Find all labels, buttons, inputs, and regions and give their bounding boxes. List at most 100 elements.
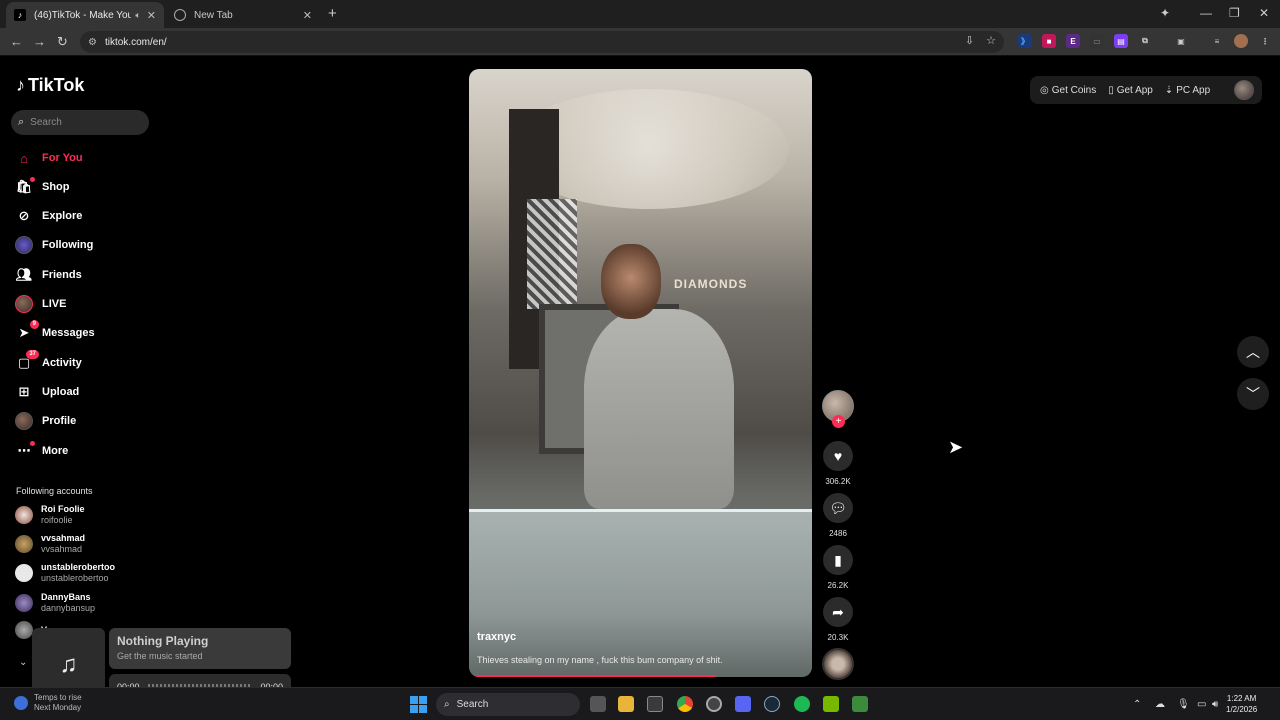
nav-for-you[interactable]: ⌂ For You (15, 147, 82, 169)
extension-icon[interactable]: ■ (1042, 34, 1056, 48)
following-account[interactable]: DannyBans dannybansup (15, 592, 95, 614)
extension-icon[interactable]: ▭ (1090, 34, 1104, 48)
like-count: 306.2K (825, 477, 851, 486)
share-action[interactable]: ➦ 20.3K (821, 597, 855, 642)
weather-line1: Temps to rise (34, 693, 82, 702)
following-account[interactable]: Roi Foolie roifoolie (15, 504, 85, 526)
following-account[interactable]: vvsahmad vvsahmad (15, 533, 85, 555)
bookmark-star-icon[interactable]: ☆ (986, 34, 996, 47)
close-window-icon[interactable]: ✕ (1259, 6, 1269, 20)
save-action[interactable]: ▮ 26.2K (821, 545, 855, 590)
nav-more[interactable]: ⋯ More (15, 440, 68, 462)
nav-activity[interactable]: ▢ 37 Activity (15, 350, 82, 374)
nav-live[interactable]: LIVE (15, 293, 66, 315)
share-icon[interactable]: ➦ (823, 597, 853, 627)
chrome-icon[interactable] (677, 696, 693, 712)
reload-icon[interactable]: ↻ (57, 34, 68, 50)
speaker-icon[interactable]: 🔊︎ (1212, 699, 1218, 710)
minimize-icon[interactable]: — (1200, 6, 1212, 20)
extensions-puzzle-icon[interactable]: ⧉ (1138, 34, 1152, 48)
nav-profile[interactable]: Profile (15, 410, 76, 432)
heart-icon[interactable]: ♥ (823, 441, 853, 471)
avatar (15, 564, 33, 582)
video-player[interactable]: DIAMONDS traxnyc Thieves stealing on my … (469, 69, 812, 677)
chevron-up-icon[interactable]: ⌃ (1133, 699, 1141, 710)
pc-app-button[interactable]: ⇣ PC App (1165, 85, 1210, 96)
windows-start-icon[interactable] (410, 696, 427, 713)
minecraft-icon[interactable] (852, 696, 868, 712)
nav-shop[interactable]: 🛍︎ Shop (15, 176, 70, 198)
back-icon[interactable]: ← (10, 34, 23, 49)
nav-upload[interactable]: ⊞ Upload (15, 381, 80, 403)
store-icon[interactable] (647, 696, 663, 712)
nav-messages[interactable]: ➤ 9 Messages (15, 320, 95, 344)
microphone-icon[interactable]: 🎙︎ (1177, 699, 1190, 710)
search-input[interactable] (30, 117, 131, 128)
tab-search-icon[interactable]: ▣ (1174, 34, 1188, 48)
display-icon[interactable]: ▭ (1197, 699, 1206, 710)
like-action[interactable]: ♥ 306.2K (821, 441, 855, 486)
search-box[interactable]: ⌕ (11, 110, 149, 135)
steam-icon[interactable] (764, 696, 780, 712)
get-app-button[interactable]: ▯ Get App (1108, 85, 1153, 96)
tab-new-tab[interactable]: New Tab ✕ (166, 2, 320, 28)
forward-icon[interactable]: → (33, 34, 46, 49)
music-disc-icon[interactable] (822, 648, 854, 680)
media-controls-icon[interactable]: ≡ (1210, 34, 1224, 48)
download-icon: ⇣ (1164, 84, 1174, 96)
extension-icon[interactable]: E (1066, 34, 1080, 48)
next-video-button[interactable]: ﹀ (1237, 378, 1269, 410)
close-tab-icon[interactable]: ✕ (147, 9, 156, 22)
extension-icon[interactable]: 》 (1018, 34, 1032, 48)
app-icon[interactable] (706, 696, 722, 712)
chevron-down-icon[interactable]: ⌄ (19, 657, 27, 668)
button-label: Get Coins (1051, 84, 1097, 96)
system-clock[interactable]: 1:22 AM 1/2/2026 (1226, 693, 1257, 715)
nvidia-icon[interactable] (823, 696, 839, 712)
comment-icon[interactable]: 💬︎ (823, 493, 853, 523)
tiktok-logo[interactable]: ♪ TikTok (16, 75, 84, 96)
speaker-icon[interactable]: 🔈︎ (135, 10, 140, 21)
tab-tiktok[interactable]: ♪ (46)TikTok - Make Your Day 🔈︎ ✕ (6, 2, 164, 28)
comment-action[interactable]: 💬︎ 2486 (821, 493, 855, 538)
profile-avatar[interactable] (1234, 34, 1248, 48)
network-icon[interactable]: ☁ (1155, 699, 1165, 710)
file-explorer-icon[interactable] (618, 696, 634, 712)
weather-widget[interactable]: Temps to rise Next Monday (14, 693, 82, 713)
site-info-icon[interactable]: ⚙ (88, 37, 97, 48)
button-label: Get App (1116, 84, 1153, 96)
task-view-icon[interactable] (590, 696, 606, 712)
follow-plus-icon[interactable]: + (832, 415, 845, 428)
maximize-icon[interactable]: ❐ (1229, 6, 1240, 20)
new-tab-icon[interactable]: + (328, 5, 337, 22)
following-account[interactable]: unstablerobertoo unstablerobertoo (15, 562, 115, 584)
nav-label: Friends (42, 269, 82, 281)
chrome-icon (174, 9, 186, 21)
nav-label: Shop (42, 181, 70, 193)
menu-icon[interactable]: ⋮ (1258, 34, 1272, 48)
address-bar[interactable]: ⚙ tiktok.com/en/ ⇩ ☆ (80, 31, 1004, 53)
close-tab-icon[interactable]: ✕ (303, 9, 312, 22)
taskbar-search[interactable]: ⌕ Search (436, 693, 580, 716)
profile-avatar[interactable] (1234, 80, 1254, 100)
install-app-icon[interactable]: ⇩ (965, 34, 974, 47)
live-avatar (15, 295, 33, 313)
previous-video-button[interactable]: ︿ (1237, 336, 1269, 368)
video-progress-bar[interactable] (469, 675, 716, 677)
get-coins-button[interactable]: ◎ Get Coins (1040, 85, 1096, 96)
nav-following[interactable]: Following (15, 234, 93, 256)
activity-badge: 37 (26, 350, 39, 359)
nav-friends[interactable]: 👥︎ Friends (15, 264, 82, 286)
tiktok-logo-icon: ♪ (16, 75, 25, 95)
bookmark-icon[interactable]: ▮ (823, 545, 853, 575)
top-actions: ◎ Get Coins ▯ Get App ⇣ PC App (1030, 76, 1262, 104)
weather-line2: Next Monday (34, 703, 82, 712)
video-sign-text: DIAMONDS (674, 277, 748, 291)
spotify-icon[interactable] (794, 696, 810, 712)
twitch-icon[interactable]: ▤ (1114, 34, 1128, 48)
gemini-icon[interactable]: ✦ (1160, 6, 1170, 20)
nav-explore[interactable]: ⊘ Explore (15, 205, 83, 227)
video-author[interactable]: traxnyc (477, 631, 516, 643)
discord-icon[interactable] (735, 696, 751, 712)
account-name: vvsahmad (41, 533, 86, 543)
